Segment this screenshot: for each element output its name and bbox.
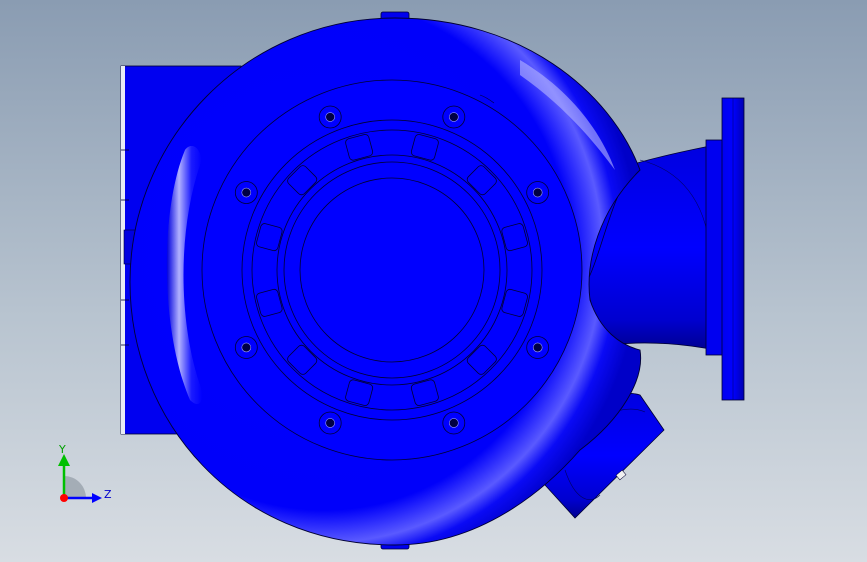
z-axis-arrow — [92, 493, 102, 503]
cover-plate[interactable] — [201, 79, 583, 461]
bolt-lug — [526, 181, 550, 204]
bolt-lug — [526, 336, 550, 359]
y-axis-label: Y — [58, 443, 66, 456]
bolt-lug — [234, 336, 258, 359]
pump-model[interactable] — [0, 0, 867, 562]
bolt-lug — [318, 411, 342, 435]
bolt-lug — [442, 411, 466, 435]
bolt-lug — [318, 105, 342, 129]
bolt-lug — [234, 181, 258, 204]
z-axis-label: Z — [104, 488, 112, 501]
impeller-eye[interactable] — [299, 177, 485, 363]
orientation-triad: Y Z — [58, 443, 112, 503]
bolt-lug — [442, 105, 466, 129]
triad-arc — [64, 476, 86, 498]
x-axis-origin — [60, 494, 68, 502]
graphics-viewport[interactable]: Y Z — [0, 0, 867, 562]
